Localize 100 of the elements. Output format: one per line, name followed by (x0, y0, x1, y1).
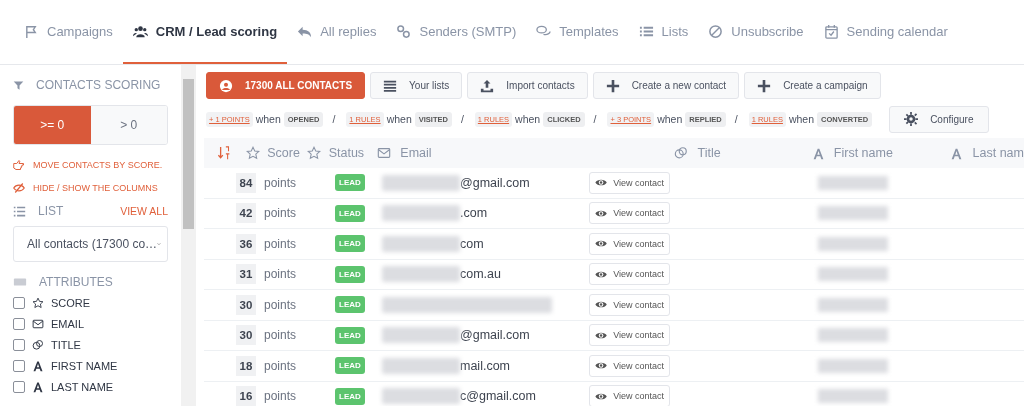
checkbox[interactable] (13, 317, 25, 330)
status-tag: LEAD (335, 235, 365, 253)
email-text: com (460, 236, 484, 251)
column-header[interactable]: Title (697, 146, 721, 160)
checkbox[interactable] (13, 359, 25, 372)
letter-a-icon (811, 146, 825, 160)
list-select[interactable]: All contacts (17300 co… (13, 226, 168, 262)
view-contact-button[interactable]: View contact (589, 171, 670, 194)
envelope-icon (377, 146, 392, 160)
score-value: 84 (236, 172, 256, 193)
section-title: CONTACTS SCORING (36, 78, 161, 92)
status-tag: LEAD (335, 265, 365, 283)
sort-icon (217, 146, 232, 160)
redacted-block (818, 358, 888, 373)
nav-tab[interactable]: Unsubscribe (698, 0, 814, 64)
column-header[interactable]: Score (267, 146, 300, 160)
scrollbar[interactable] (181, 65, 196, 406)
attribute-label: TITLE (51, 338, 81, 351)
score-unit: points (264, 175, 297, 190)
redacted-block (818, 389, 888, 404)
score-unit: points (264, 389, 297, 404)
star-icon (307, 146, 322, 160)
person-badge-icon (674, 146, 689, 160)
list-icon (383, 78, 398, 93)
view-contact-button[interactable]: View contact (589, 202, 670, 225)
view-contact-button[interactable]: View contact (589, 232, 670, 255)
checkbox[interactable] (13, 296, 25, 309)
upload-icon (480, 78, 495, 93)
status-tag: LEAD (335, 204, 365, 222)
score-unit: points (264, 267, 297, 282)
checkbox[interactable] (13, 338, 25, 351)
nav-tab[interactable]: Campaigns (14, 0, 123, 64)
letter-a-icon (32, 380, 44, 393)
attribute-label: FIRST NAME (51, 359, 118, 372)
pointing-hand-icon (13, 158, 25, 171)
column-header[interactable]: Last nam (972, 146, 1024, 160)
rule-text: when (386, 113, 412, 125)
score-unit: points (264, 358, 297, 373)
view-contact-button[interactable]: View contact (589, 263, 670, 286)
letter-a-icon (32, 359, 44, 372)
score-filter-button[interactable]: > 0 (90, 106, 167, 144)
attribute-label: EMAIL (51, 317, 84, 330)
redacted-block (818, 175, 888, 190)
toolbar-button[interactable]: Create a new contact (592, 72, 740, 99)
score-value: 36 (236, 233, 256, 254)
funnel-icon (13, 79, 24, 91)
email-text: mail.com (460, 358, 510, 373)
column-header[interactable]: Status (328, 146, 365, 160)
envelope-icon (32, 317, 44, 330)
redacted-block (818, 297, 888, 312)
email-text: .com (460, 206, 488, 221)
nav-tab[interactable]: All replies (287, 0, 387, 64)
toolbar-button[interactable]: Your lists (370, 72, 463, 99)
sidebar-link[interactable]: MOVE CONTACTS BY SCORE. (33, 159, 163, 170)
status-tag: LEAD (335, 296, 365, 314)
configure-button[interactable]: Configure (889, 105, 989, 133)
separator: / (460, 113, 464, 125)
score-unit: points (264, 328, 297, 343)
status-tag: LEAD (335, 387, 365, 405)
attribute-label: SCORE (51, 296, 91, 309)
view-contact-button[interactable]: View contact (589, 324, 670, 347)
rule-text: when (515, 113, 541, 125)
column-header[interactable]: Email (400, 146, 432, 160)
view-contact-button[interactable]: View contact (589, 385, 670, 406)
view-contact-button[interactable]: View contact (589, 354, 670, 377)
score-value: 42 (236, 203, 256, 224)
nav-tab[interactable]: Templates (526, 0, 629, 64)
score-value: 31 (236, 264, 256, 285)
section-title: ATTRIBUTES (39, 275, 113, 289)
list-icon (13, 204, 26, 218)
column-header[interactable]: First name (833, 146, 893, 160)
separator: / (332, 113, 336, 125)
link-icon (396, 23, 412, 39)
sidebar-link[interactable]: HIDE / SHOW THE COLUMNS (33, 182, 158, 193)
redacted-block (818, 267, 888, 282)
nav-tab[interactable]: Sending calendar (813, 0, 958, 64)
checkbox[interactable] (13, 380, 25, 393)
toolbar-button[interactable]: 17300 ALL CONTACTS (206, 72, 366, 99)
nav-tab[interactable]: Senders (SMTP) (386, 0, 527, 64)
view-contact-button[interactable]: View contact (589, 293, 670, 316)
person-badge-icon (32, 338, 44, 351)
star-icon (245, 146, 260, 160)
users-icon (132, 23, 148, 39)
scrollbar-thumb[interactable] (183, 79, 194, 229)
toolbar-button[interactable]: Create a campaign (744, 72, 881, 99)
section-title: LIST (38, 204, 64, 218)
eye-slash-icon (13, 181, 25, 194)
view-all-link[interactable]: VIEW ALL (120, 205, 168, 217)
user-circle-icon (219, 78, 233, 93)
letter-a-icon (950, 146, 964, 160)
toolbar-button[interactable]: Import contacts (467, 72, 588, 99)
status-tag: LEAD (335, 174, 365, 192)
score-filter-button[interactable]: >= 0 (14, 106, 91, 144)
status-tag: LEAD (335, 326, 365, 344)
email-text: @gmail.com (460, 175, 530, 190)
email-text: c@gmail.com (460, 389, 536, 404)
redacted-block (818, 236, 888, 251)
email-text: @gmail.com (460, 328, 530, 343)
calendar-icon (823, 23, 839, 39)
nav-tab[interactable]: Lists (628, 0, 699, 64)
